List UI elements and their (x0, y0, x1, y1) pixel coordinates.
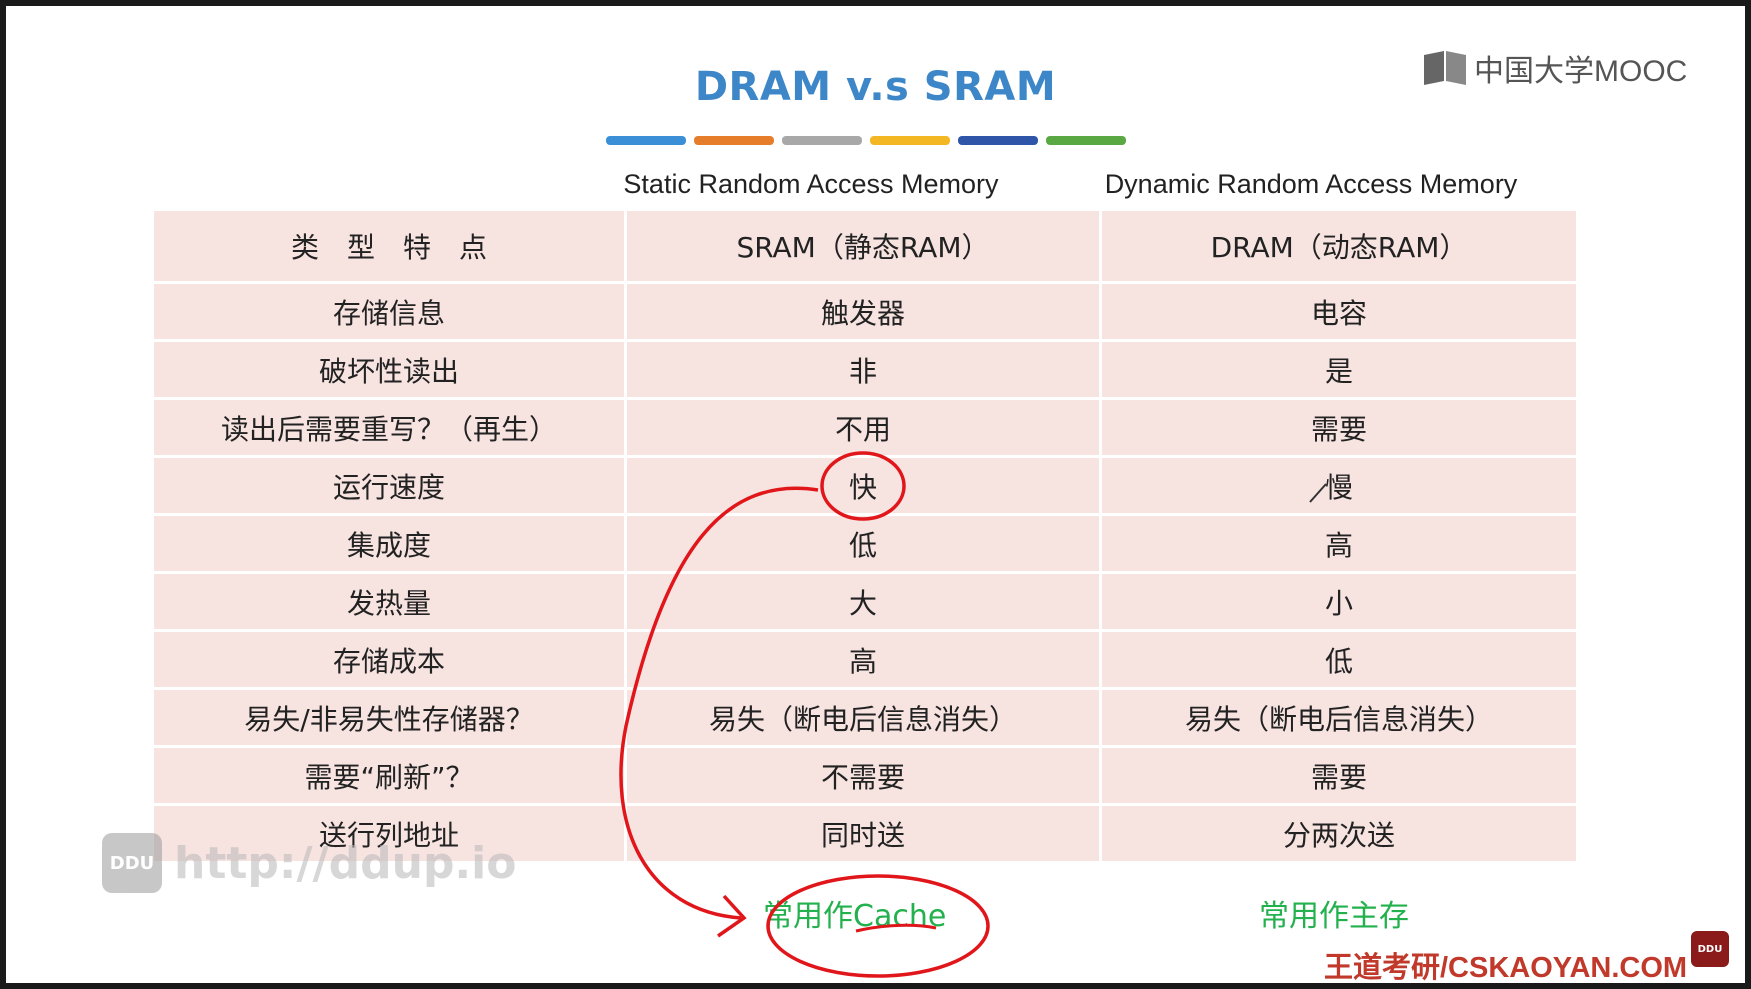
watermark-text: http://ddup.io (174, 837, 517, 889)
slide: DRAM v.s SRAM 中国大学MOOC Static Random Acc… (6, 6, 1745, 983)
comparison-table: 类 型 特 点 SRAM（静态RAM） DRAM（动态RAM） 存储信息 触发器 电容 破坏… (151, 208, 1579, 864)
table-row: 集成度低高 (154, 516, 1576, 571)
dram-cell: 易失（断电后信息消失） (1101, 690, 1576, 745)
sram-cell: 高 (626, 632, 1099, 687)
logo-text: 中国大学MOOC (1474, 55, 1688, 88)
brand-footer: 王道考研/CSKAOYAN.COM (1324, 952, 1688, 983)
color-bar-segment (782, 136, 862, 145)
color-bar-segment (870, 136, 950, 145)
sram-cell: 易失（断电后信息消失） (626, 690, 1099, 745)
sram-cell: 快 (626, 458, 1099, 513)
dram-cell: 是 (1101, 342, 1576, 397)
sram-cell: 非 (626, 342, 1099, 397)
color-bar-segment (606, 136, 686, 145)
feature-cell: 运行速度 (154, 458, 624, 513)
color-bar-segment (958, 136, 1038, 145)
dram-cell: 需要 (1101, 748, 1576, 803)
dram-cell: 需要 (1101, 400, 1576, 455)
sram-usage-note: 常用作Cache (763, 899, 947, 934)
feature-cell: 存储信息 (154, 284, 624, 339)
sram-cell: 触发器 (626, 284, 1099, 339)
table-row: 易失/非易失性存储器？ 易失（断电后信息消失） 易失（断电后信息消失） (154, 690, 1576, 745)
sram-full-name: Static Random Access Memory (623, 169, 999, 199)
header-cell: 类 型 特 点 (154, 211, 624, 281)
dram-usage-note: 常用作主存 (1259, 899, 1409, 934)
sram-cell: 不需要 (626, 748, 1099, 803)
dram-full-name: Dynamic Random Access Memory (1104, 169, 1518, 199)
sram-cell: 同时送 (626, 806, 1099, 861)
dram-cell: 小 (1101, 574, 1576, 629)
watermark-badge: DDU (102, 833, 162, 893)
chip-icon: DDU (1691, 931, 1729, 967)
table-row: 发热量大小 (154, 574, 1576, 629)
table-row: 存储成本高低 (154, 632, 1576, 687)
table-header-row: 类 型 特 点 SRAM（静态RAM） DRAM（动态RAM） (154, 211, 1576, 281)
color-bar-segment (694, 136, 774, 145)
dram-cell: 慢 (1101, 458, 1576, 513)
arrow-head-annotation (717, 894, 747, 938)
table-row: 读出后需要重写？（再生） 不用 需要 (154, 400, 1576, 455)
feature-cell: 破坏性读出 (154, 342, 624, 397)
feature-cell: 易失/非易失性存储器？ (154, 690, 624, 745)
header-cell: DRAM（动态RAM） (1101, 211, 1576, 281)
sram-cell: 低 (626, 516, 1099, 571)
table-row: 需要“刷新”？ 不需要 需要 (154, 748, 1576, 803)
feature-cell: 需要“刷新”？ (154, 748, 624, 803)
color-bar-segment (1046, 136, 1126, 145)
feature-cell: 集成度 (154, 516, 624, 571)
table-row: 存储信息 触发器 电容 (154, 284, 1576, 339)
header-cell: SRAM（静态RAM） (626, 211, 1099, 281)
table-row: 破坏性读出非是 (154, 342, 1576, 397)
feature-cell: 发热量 (154, 574, 624, 629)
watermark: DDU http://ddup.io (102, 833, 516, 893)
dram-cell: 分两次送 (1101, 806, 1576, 861)
book-icon (1424, 51, 1466, 85)
dram-cell: 低 (1101, 632, 1576, 687)
dram-cell: 高 (1101, 516, 1576, 571)
sram-cell: 大 (626, 574, 1099, 629)
sram-cell: 不用 (626, 400, 1099, 455)
feature-cell: 读出后需要重写？（再生） (154, 400, 624, 455)
dram-cell: 电容 (1101, 284, 1576, 339)
table-row: 运行速度快慢 (154, 458, 1576, 513)
feature-cell: 存储成本 (154, 632, 624, 687)
mooc-logo: 中国大学MOOC (1422, 46, 1687, 90)
